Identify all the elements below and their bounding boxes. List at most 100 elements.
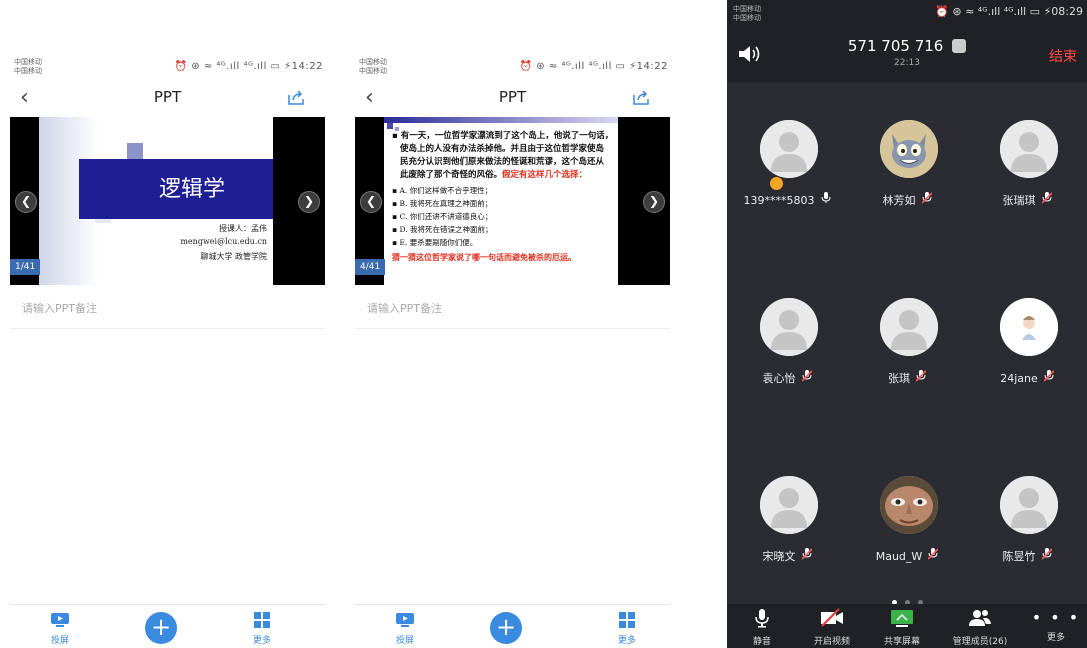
meeting-duration: 22:13 xyxy=(894,58,920,68)
video-off-icon xyxy=(821,608,843,627)
members-icon xyxy=(969,610,991,626)
prev-slide-button[interactable]: ❮ xyxy=(360,191,382,213)
mic-muted-icon xyxy=(1040,548,1053,563)
page-indicator: 4/41 xyxy=(355,259,386,275)
mic-muted-icon xyxy=(1043,370,1055,385)
nav-bar: ‹ PPT xyxy=(0,86,335,112)
host-badge-icon xyxy=(770,177,783,190)
add-button[interactable]: + xyxy=(490,612,522,644)
participant-name: 张瑞琪 xyxy=(967,192,1087,208)
cast-icon xyxy=(51,613,69,627)
participant-name: 陈昱竹 xyxy=(967,548,1087,564)
notes-placeholder: 请输入PPT备注 xyxy=(22,302,97,315)
participant-name: 林芳如 xyxy=(847,192,967,208)
meeting-screen: 中国移动 中国移动 ⏰ ⊛ ≈ ⁴ᴳ.ıll ⁴ᴳ.ıll ▭ ⚡08:29 5… xyxy=(727,0,1087,648)
notes-input[interactable]: 请输入PPT备注 xyxy=(355,292,670,329)
participant-tile[interactable]: 袁心怡 xyxy=(727,298,847,418)
meeting-header: 中国移动 中国移动 ⏰ ⊛ ≈ ⁴ᴳ.ıll ⁴ᴳ.ıll ▭ ⚡08:29 5… xyxy=(727,0,1087,82)
participant-name: 139****5803 xyxy=(727,192,847,207)
prev-slide-button[interactable]: ❮ xyxy=(15,191,37,213)
more-dots-icon: • • • xyxy=(1031,608,1081,627)
notes-input[interactable]: 请输入PPT备注 xyxy=(10,292,325,329)
share-screen-button[interactable]: 共享屏幕 xyxy=(867,608,937,647)
avatar xyxy=(880,120,938,178)
avatar xyxy=(1000,298,1058,356)
mic-muted-icon xyxy=(927,548,939,563)
end-meeting-button[interactable]: 结束 xyxy=(1049,46,1077,66)
more-button[interactable]: 更多 xyxy=(242,612,282,646)
slide-option: ▪ B. 我将死在真理之神面前； xyxy=(392,199,493,208)
participant-tile[interactable]: 张瑞琪 xyxy=(967,120,1087,240)
more-label: 更多 xyxy=(617,636,636,646)
cast-label: 投屏 xyxy=(50,636,69,646)
carrier-label: 中国移动 中国移动 xyxy=(359,58,387,75)
mic-muted-icon xyxy=(915,370,927,385)
avatar xyxy=(760,120,818,178)
participant-tile[interactable]: 24jane xyxy=(967,298,1087,418)
more-button[interactable]: 更多 xyxy=(607,612,647,646)
participant-name: 袁心怡 xyxy=(727,370,847,386)
participant-name-text: 袁心怡 xyxy=(762,372,796,385)
microphone-icon xyxy=(755,609,769,628)
cast-label: 投屏 xyxy=(395,636,414,646)
participant-tile[interactable]: Maud_W xyxy=(847,476,967,596)
more-label: 更多 xyxy=(1046,633,1065,643)
grid-icon xyxy=(254,612,270,628)
cast-icon xyxy=(396,613,414,627)
participant-name-text: 林芳如 xyxy=(882,194,916,207)
mic-muted-icon xyxy=(800,548,813,563)
bottom-toolbar: 投屏 + 更多 xyxy=(10,610,325,648)
share-icon[interactable] xyxy=(287,90,305,106)
mic-muted-icon xyxy=(920,192,933,207)
slide-option: ▪ E. 要杀要剐随你们便。 xyxy=(392,238,478,247)
next-slide-button[interactable]: ❯ xyxy=(643,191,665,213)
cast-button[interactable]: 投屏 xyxy=(40,612,80,646)
status-icons: ⏰ ⊛ ≈ ⁴ᴳ.ıll ⁴ᴳ.ıll ▭ ⚡14:22 xyxy=(519,61,668,72)
slide-question: 猜一猜这位哲学家说了哪一句话而避免被杀的厄运。 xyxy=(392,253,576,262)
participant-name-text: 张琪 xyxy=(888,372,910,385)
page-title: PPT xyxy=(498,88,527,106)
status-icons: ⏰ ⊛ ≈ ⁴ᴳ.ıll ⁴ᴳ.ıll ▭ ⚡08:29 xyxy=(935,5,1083,18)
participant-name: 24jane xyxy=(967,370,1087,385)
ppt-screen-2: 中国移动 中国移动 ⏰ ⊛ ≈ ⁴ᴳ.ıll ⁴ᴳ.ıll ▭ ⚡14:22 ‹… xyxy=(345,0,680,648)
next-slide-button[interactable]: ❯ xyxy=(298,191,320,213)
slide-line: 使岛上的人没有办法杀掉他。并且由于这位哲学家使岛 xyxy=(400,144,605,154)
carrier-label: 中国移动 中国移动 xyxy=(733,5,761,22)
mic-muted-icon xyxy=(1040,192,1053,207)
participant-name-text: 张瑞琪 xyxy=(1002,194,1036,207)
manage-members-button[interactable]: 管理成员(26) xyxy=(945,608,1015,647)
slide-option: ▪ C. 你们还讲不讲道德良心； xyxy=(392,212,493,221)
slide-option: ▪ A. 你们这样做不合乎理性； xyxy=(392,186,493,195)
avatar xyxy=(1000,120,1058,178)
slide-viewer[interactable]: ▪ 有一天，一位哲学家漂流到了这个岛上，他说了一句话， 使岛上的人没有办法杀掉他… xyxy=(355,117,670,285)
slide-viewer[interactable]: 逻辑学 授课人：孟伟 mengwei@lcu.edu.cn 聊城大学 政管学院 … xyxy=(10,117,325,285)
video-button[interactable]: 开启视频 xyxy=(797,608,867,647)
cast-button[interactable]: 投屏 xyxy=(385,612,425,646)
microphone-icon xyxy=(821,192,831,207)
share-icon[interactable] xyxy=(632,90,650,106)
participant-tile[interactable]: 张琪 xyxy=(847,298,967,418)
slide-line: 民充分认识到他们原来做法的怪诞和荒谬，这个岛还从 xyxy=(400,157,605,167)
participant-tile[interactable]: 林芳如 xyxy=(847,120,967,240)
participant-tile[interactable]: 宋晓文 xyxy=(727,476,847,596)
slide-preview: 逻辑学 授课人：孟伟 mengwei@lcu.edu.cn 聊城大学 政管学院 xyxy=(39,117,273,285)
participant-name-text: 陈昱竹 xyxy=(1002,550,1036,563)
participant-tile[interactable]: 陈昱竹 xyxy=(967,476,1087,596)
more-button[interactable]: • • • 更多 xyxy=(1021,608,1087,643)
ppt-screen-1: 中国移动 中国移动 ⏰ ⊛ ≈ ⁴ᴳ.ıll ⁴ᴳ.ıll ▭ ⚡14:22 ‹… xyxy=(0,0,335,648)
meeting-toolbar: 静音 开启视频 共享屏幕 管理成员(26) • • • 更多 xyxy=(727,604,1087,648)
participant-name-text: Maud_W xyxy=(875,550,923,563)
participant-name: 张琪 xyxy=(847,370,967,386)
slide-title: 逻辑学 xyxy=(159,177,226,202)
page-title: PPT xyxy=(153,88,182,106)
participant-tile[interactable]: 139****5803 xyxy=(727,120,847,240)
slide-preview: ▪ 有一天，一位哲学家漂流到了这个岛上，他说了一句话， 使岛上的人没有办法杀掉他… xyxy=(384,117,618,285)
mute-button[interactable]: 静音 xyxy=(727,608,797,647)
mic-muted-icon xyxy=(800,370,813,385)
members-label: 管理成员(26) xyxy=(952,637,1008,647)
add-button[interactable]: + xyxy=(145,612,177,644)
slide-option: ▪ D. 我将死在错误之神面前； xyxy=(392,225,493,234)
avatar xyxy=(880,298,938,356)
grid-icon xyxy=(619,612,635,628)
shield-icon xyxy=(952,39,967,53)
